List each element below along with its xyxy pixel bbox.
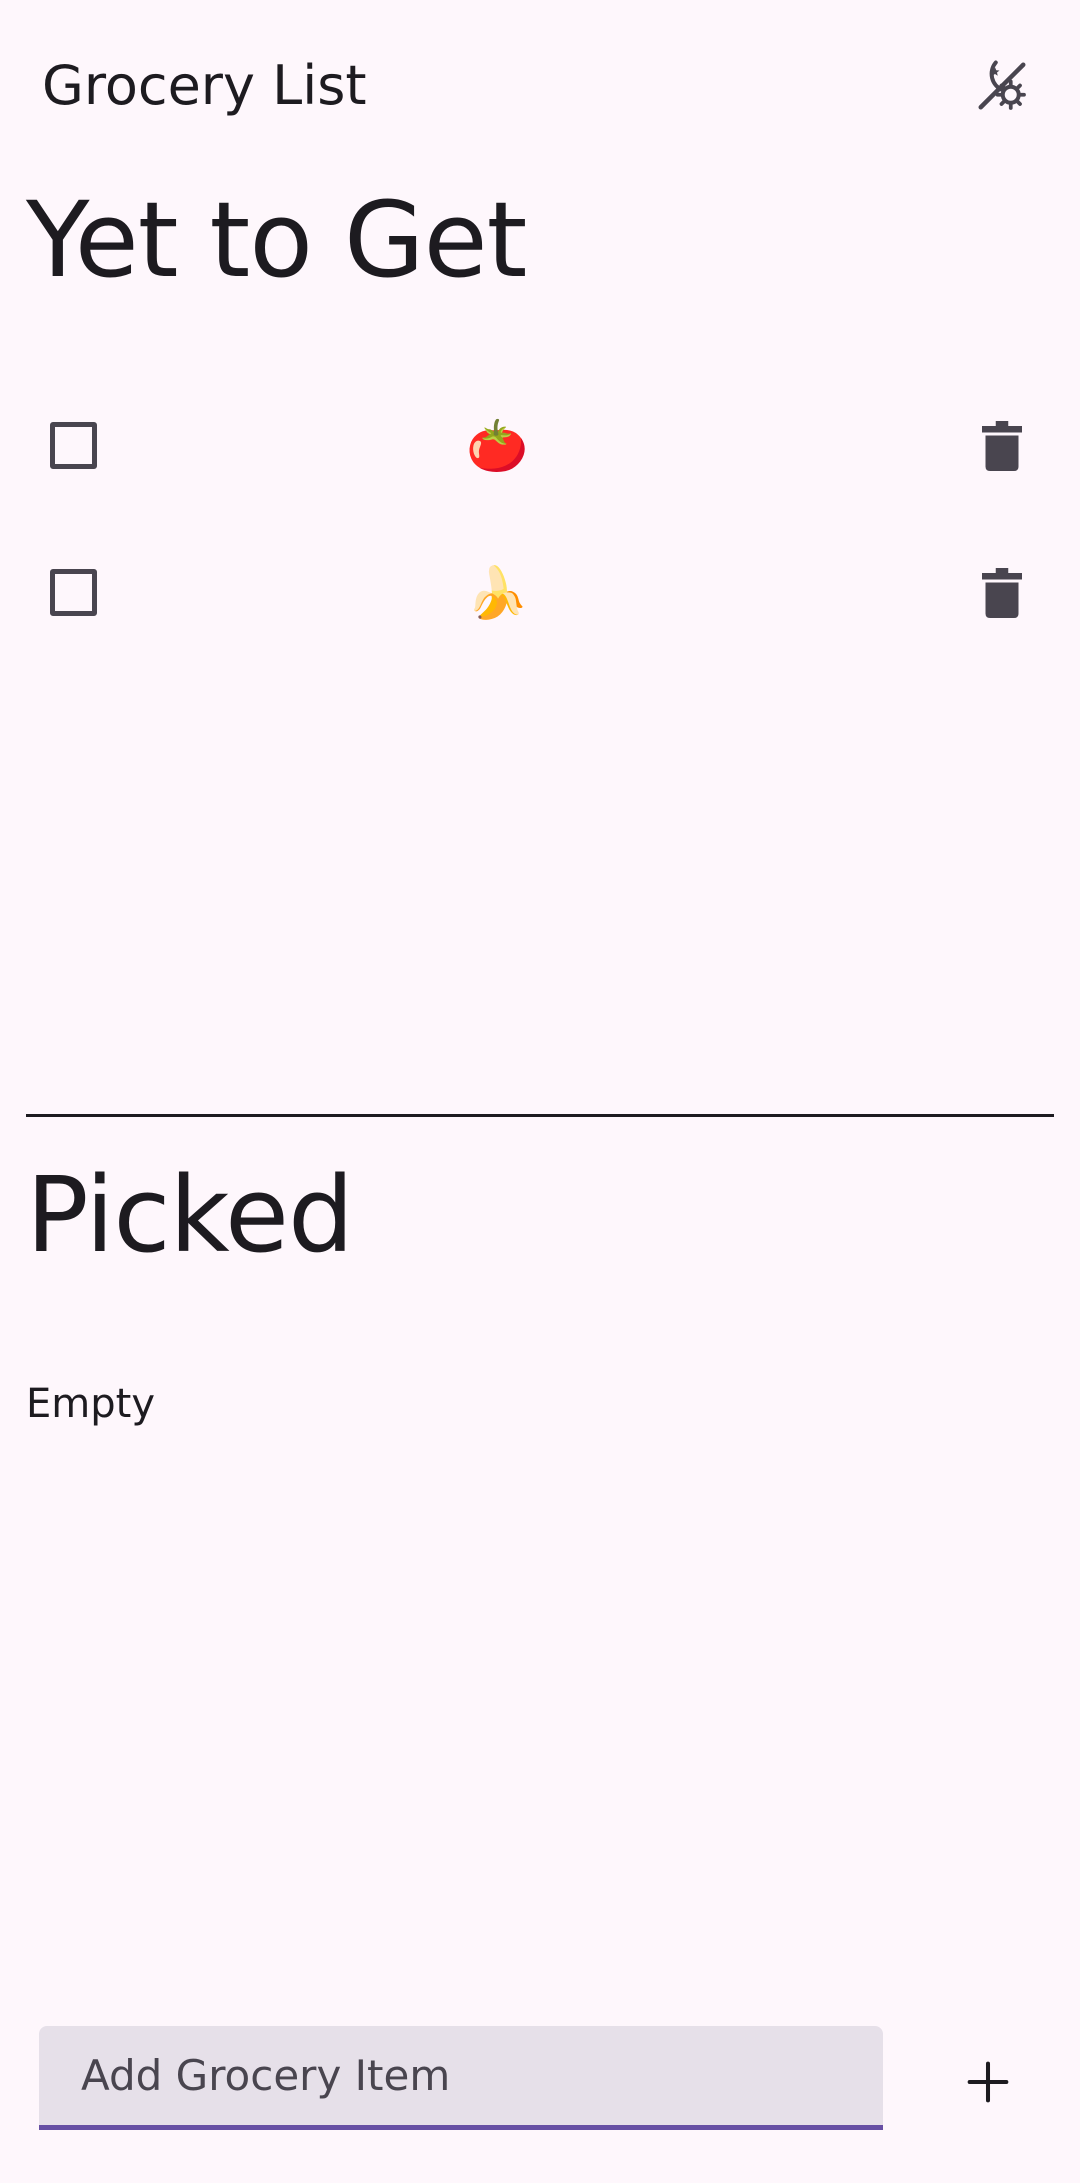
picked-empty-text: Empty — [26, 1381, 155, 1427]
trash-icon — [982, 421, 1022, 471]
theme-toggle-button[interactable] — [966, 50, 1038, 122]
delete-button[interactable] — [972, 414, 1032, 478]
item-emoji: 🍅 — [466, 417, 529, 475]
section-title-picked: Picked — [26, 1154, 354, 1276]
app-bar: Grocery List — [0, 0, 1080, 172]
item-checkbox[interactable] — [50, 422, 97, 469]
list-item: 🍅 — [0, 386, 1080, 506]
add-grocery-input[interactable] — [39, 2026, 883, 2125]
list-item: 🍌 — [0, 533, 1080, 653]
item-checkbox[interactable] — [50, 569, 97, 616]
plus-icon — [967, 2061, 1009, 2103]
app-title: Grocery List — [42, 54, 367, 117]
dark-light-mode-icon — [978, 60, 1026, 110]
add-item-button[interactable] — [952, 2044, 1024, 2120]
trash-icon — [982, 568, 1022, 618]
section-divider — [26, 1114, 1054, 1117]
item-emoji: 🍌 — [466, 564, 529, 622]
section-title-yet-to-get: Yet to Get — [26, 179, 527, 301]
add-grocery-field[interactable] — [39, 2026, 883, 2130]
delete-button[interactable] — [972, 561, 1032, 625]
grocery-list-screen: Grocery List Yet to Get 🍅 🍌 Picked Empty… — [0, 0, 1080, 2183]
